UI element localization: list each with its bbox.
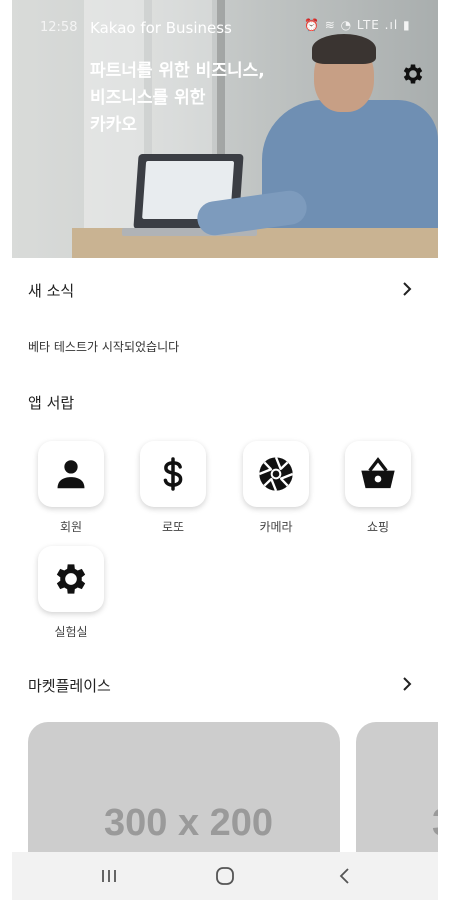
app-label: 카메라 xyxy=(259,520,293,534)
app-tile-member[interactable]: 회원 xyxy=(37,441,105,535)
shopping-basket-icon xyxy=(361,457,395,489)
home-icon xyxy=(216,867,234,885)
recent-apps-icon xyxy=(102,870,116,882)
hero-headline: 파트너를 위한 비즈니스, 비즈니스를 위한 카카오 xyxy=(90,61,265,135)
app-label: 실험실 xyxy=(54,625,88,639)
gear-icon xyxy=(403,64,423,84)
settings-button[interactable] xyxy=(400,61,426,87)
dollar-icon xyxy=(163,457,183,491)
app-title: Kakao for Business xyxy=(90,19,232,37)
card-placeholder-text: 3 xyxy=(432,802,438,845)
marketplace-card[interactable]: 300 x 200 xyxy=(28,722,340,852)
news-section[interactable]: 새 소식 xyxy=(12,270,438,310)
app-tile-camera[interactable]: 카메라 xyxy=(242,441,310,535)
marketplace-card[interactable]: 3 xyxy=(356,722,438,852)
hero-banner: 12:58 ⏰ ≋ ◔ LTE .ıl ▮ Kakao for Business… xyxy=(12,0,438,258)
status-time: 12:58 xyxy=(40,20,78,35)
system-nav-bar xyxy=(12,852,438,900)
back-icon xyxy=(339,868,349,884)
app-label: 쇼핑 xyxy=(366,520,390,534)
app-label: 로또 xyxy=(161,520,185,534)
app-tile-lotto[interactable]: 로또 xyxy=(139,441,207,535)
chevron-right-icon xyxy=(403,282,412,296)
back-button[interactable] xyxy=(330,864,360,888)
recent-apps-button[interactable] xyxy=(94,864,124,888)
home-button[interactable] xyxy=(210,864,240,888)
app-tile-lab[interactable]: 실험실 xyxy=(37,546,105,640)
card-placeholder-text: 300 x 200 xyxy=(104,802,274,844)
app-drawer-title: 앱 서랍 xyxy=(28,394,75,412)
chevron-right-icon xyxy=(403,677,412,691)
status-icons: ⏰ ≋ ◔ LTE .ıl ▮ xyxy=(304,18,411,32)
person-icon xyxy=(57,460,85,489)
app-tile-shopping[interactable]: 쇼핑 xyxy=(344,441,412,535)
app-screen: 12:58 ⏰ ≋ ◔ LTE .ıl ▮ Kakao for Business… xyxy=(12,0,438,900)
marketplace-section[interactable]: 마켓플레이스 xyxy=(12,665,438,705)
app-label: 회원 xyxy=(59,520,83,534)
news-item[interactable]: 베타 테스트가 시작되었습니다 xyxy=(28,338,179,355)
news-title: 새 소식 xyxy=(28,282,75,300)
aperture-icon xyxy=(258,456,294,492)
marketplace-title: 마켓플레이스 xyxy=(28,677,111,695)
gear-icon xyxy=(56,564,86,594)
